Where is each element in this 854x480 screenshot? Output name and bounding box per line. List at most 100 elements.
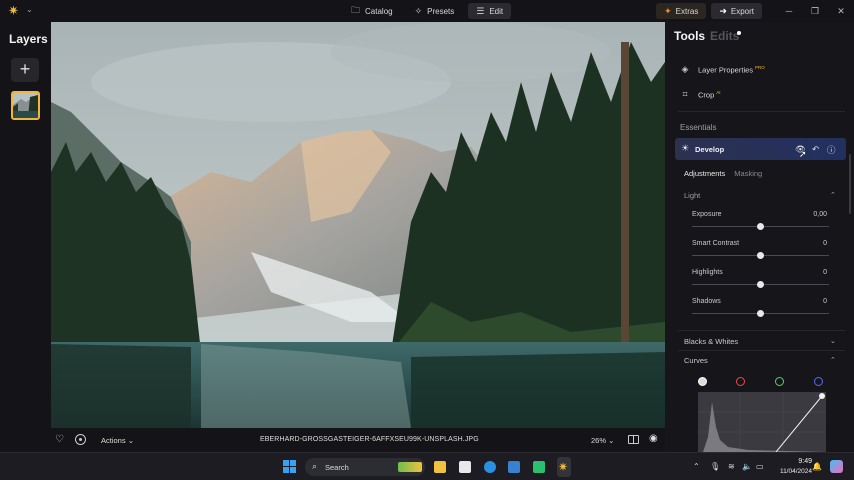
edits-indicator-dot [737, 31, 741, 35]
photo-canvas[interactable] [51, 22, 665, 428]
crop-label: Crop [698, 90, 715, 100]
widget-icon[interactable] [398, 462, 422, 472]
nav-edit[interactable]: ☰ Edit [468, 3, 512, 19]
compare-split-icon[interactable] [628, 435, 639, 444]
actions-label: Actions [101, 436, 126, 445]
exposure-slider-knob[interactable] [757, 223, 764, 230]
nav-catalog[interactable]: 🗀 Catalog [343, 3, 401, 19]
zoom-level-value: 26% [591, 436, 607, 445]
highlights-value[interactable]: 0 [823, 269, 827, 276]
minimize-icon[interactable]: ─ [776, 6, 802, 16]
crop-icon: ⌗ [682, 89, 688, 99]
windows-start-icon[interactable] [283, 460, 296, 473]
wifi-icon[interactable]: ≋ [728, 462, 735, 471]
layer-properties-tool[interactable]: ◈ Layer Properties PRO [680, 64, 765, 75]
export-icon: ➜ [719, 5, 727, 16]
highlights-label: Highlights [692, 269, 723, 276]
extras-label: Extras [675, 6, 699, 16]
crop-tool[interactable]: ⌗ Crop AI [680, 89, 721, 100]
curves-graph[interactable] [698, 392, 826, 452]
shadows-label: Shadows [692, 298, 721, 305]
smart-contrast-value[interactable]: 0 [823, 240, 827, 247]
curve-channel-luminance[interactable] [698, 377, 707, 386]
shadows-slider-knob[interactable] [757, 310, 764, 317]
clock-time[interactable]: 9:49 [790, 458, 812, 465]
ai-badge: AI [716, 89, 721, 95]
reject-flag-icon[interactable] [75, 434, 86, 445]
extras-button[interactable]: ✦ Extras [656, 3, 707, 19]
shadows-value[interactable]: 0 [823, 298, 827, 305]
reset-undo-icon[interactable]: ↶ [812, 144, 819, 155]
luminar-taskbar-icon: ✷ [558, 460, 569, 474]
divider [678, 111, 845, 112]
mail-icon[interactable] [508, 461, 520, 473]
chevron-up-icon[interactable]: ⌃ [693, 462, 700, 471]
top-bar: ✷ ⌄ 🗀 Catalog ✧ Presets ☰ Edit ✦ Extras … [0, 0, 854, 22]
highlights-slider-knob[interactable] [757, 281, 764, 288]
nav-catalog-label: Catalog [365, 6, 393, 16]
landscape-photo [51, 22, 665, 428]
smart-contrast-slider-knob[interactable] [757, 252, 764, 259]
nav-presets[interactable]: ✧ Presets [407, 3, 463, 19]
tab-edits[interactable]: Edits [710, 29, 739, 43]
smart-contrast-label: Smart Contrast [692, 240, 740, 247]
maximize-icon[interactable]: ❐ [802, 6, 828, 17]
presets-icon: ✧ [414, 5, 423, 16]
nav-presets-label: Presets [427, 6, 455, 16]
divider [678, 350, 845, 351]
chevron-down-icon[interactable]: ⌄ [830, 337, 836, 345]
layer-properties-label: Layer Properties [698, 65, 754, 75]
add-layer-button[interactable]: + [11, 58, 39, 82]
tools-panel: Tools Edits ◈ Layer Properties PRO ⌗ Crop… [665, 22, 854, 452]
preview-eye-icon[interactable]: ◉ [649, 433, 658, 444]
volume-icon[interactable]: 🔈 [742, 462, 752, 471]
sun-icon: ☀ [681, 143, 690, 153]
notification-bell-icon[interactable]: 🔔 [812, 462, 822, 471]
info-icon[interactable]: ⓘ [827, 144, 836, 156]
tab-tools[interactable]: Tools [674, 29, 705, 43]
curves-group-header[interactable]: Curves [684, 356, 708, 365]
store-icon[interactable] [459, 461, 471, 473]
pro-badge: PRO [755, 64, 765, 70]
app-logo-icon[interactable]: ✷ [8, 4, 22, 18]
curve-channel-blue[interactable] [814, 377, 823, 386]
chevron-down-icon[interactable]: ⌄ [26, 5, 33, 14]
chevron-up-icon[interactable]: ⌃ [830, 356, 836, 364]
zoom-level-dropdown[interactable]: 26% ⌄ [591, 436, 614, 445]
main-nav: 🗀 Catalog ✧ Presets ☰ Edit [343, 3, 512, 19]
battery-icon[interactable]: ▭ [756, 462, 764, 471]
panel-scrollbar[interactable] [849, 154, 851, 214]
close-icon[interactable]: ✕ [828, 6, 854, 17]
edge-browser-icon[interactable] [484, 461, 496, 473]
top-right-controls: ✦ Extras ➜ Export ─ ❐ ✕ [656, 3, 854, 19]
folder-icon: 🗀 [351, 5, 361, 15]
canvas-status-bar: ♡ Actions ⌄ EBERHARD-GROSSGASTEIGER-6AFF… [51, 428, 665, 452]
blacks-whites-group-header[interactable]: Blacks & Whites [684, 337, 738, 346]
chevron-up-icon[interactable]: ⌃ [830, 191, 836, 199]
divider [678, 330, 845, 331]
layer-thumbnail-image [13, 93, 38, 118]
actions-menu-button[interactable]: Actions ⌄ [101, 436, 134, 445]
export-button[interactable]: ➜ Export [711, 3, 762, 19]
subtab-masking[interactable]: Masking [734, 169, 762, 178]
copilot-icon[interactable] [830, 460, 843, 473]
develop-tool-header[interactable]: ☀ Develop 👁 ↶ ⓘ [675, 138, 846, 160]
curve-channel-green[interactable] [775, 377, 784, 386]
layers-panel: Layers + [0, 22, 51, 452]
search-icon: ⌕ [312, 461, 318, 471]
curve-channel-red[interactable] [736, 377, 745, 386]
subtab-adjustments[interactable]: Adjustments [684, 169, 725, 178]
file-explorer-icon[interactable] [434, 461, 446, 473]
layer-thumbnail[interactable] [11, 91, 40, 120]
favorite-heart-icon[interactable]: ♡ [55, 434, 64, 445]
app-green-icon[interactable] [533, 461, 545, 473]
export-label: Export [730, 6, 754, 16]
light-group-header[interactable]: Light [684, 191, 700, 200]
mouse-cursor-icon: ➚ [799, 149, 807, 159]
windows-taskbar: ⌕ Search ✷ ⌃ 🎙 ≋ 🔈 ▭ 9:49 11/04/2024 🔔 [0, 452, 854, 480]
clock-date[interactable]: 11/04/2024 [772, 468, 812, 475]
microphone-icon[interactable]: 🎙 [710, 462, 720, 471]
exposure-value[interactable]: 0,00 [813, 211, 827, 218]
essentials-section-title: Essentials [680, 123, 717, 132]
develop-label: Develop [695, 145, 725, 154]
